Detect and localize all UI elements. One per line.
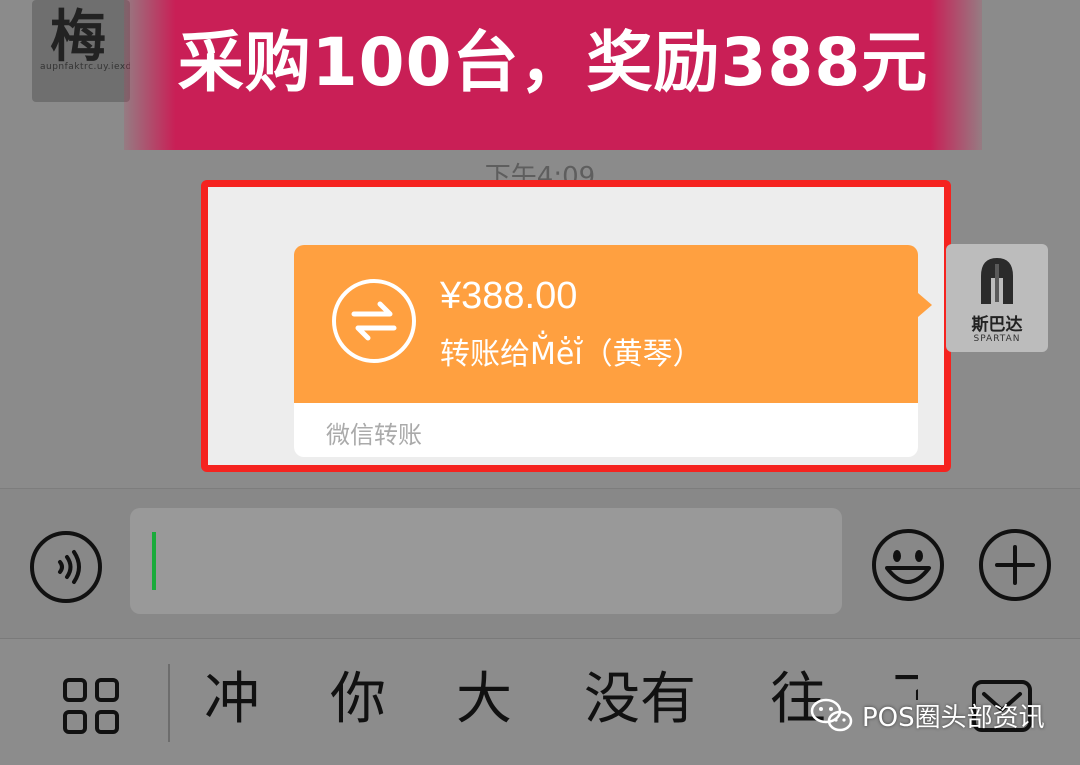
avatar-caption: aupnfaktrc.uy.iexdok: [40, 62, 130, 72]
emoji-icon[interactable]: [871, 528, 945, 602]
transfer-card-top: ¥388.00 转账给M̐e̐i̐（黄琴）: [294, 245, 918, 403]
wechat-icon: [810, 698, 853, 732]
text-caret: [152, 532, 156, 590]
suggestion-item[interactable]: 大: [456, 672, 512, 728]
avatar-glyph: 梅: [50, 5, 106, 70]
watermark: POS圈头部资讯: [810, 692, 1045, 738]
grid-icon[interactable]: [62, 677, 120, 735]
transfer-card-footer: 微信转账: [294, 403, 918, 457]
highlight-box: ¥388.00 转账给M̐e̐i̐（黄琴） 微信转账: [201, 180, 951, 472]
plus-icon[interactable]: [978, 528, 1052, 602]
contact-avatar[interactable]: 梅 aupnfaktrc.uy.iexdok: [32, 0, 130, 102]
transfer-recipient: 转账给M̐e̐i̐（黄琴）: [440, 337, 703, 372]
suggestion-item[interactable]: 你: [330, 672, 386, 728]
banner-text: 采购100台，奖励388元: [177, 24, 929, 101]
self-avatar-subtitle: SPARTAN: [973, 334, 1021, 344]
self-avatar-name: 斯巴达: [971, 315, 1023, 335]
transfer-arrows-icon: [332, 279, 416, 363]
message-input[interactable]: [130, 508, 842, 614]
keyboard-divider: [168, 664, 170, 742]
self-avatar[interactable]: 斯巴达 SPARTAN: [946, 244, 1048, 352]
chat-area: 梅 aupnfaktrc.uy.iexdok 给 行 采购100台，奖励388元…: [0, 0, 1080, 488]
voice-icon[interactable]: [29, 530, 103, 604]
suggestion-item[interactable]: 冲: [204, 672, 260, 728]
suggestion-item[interactable]: 没有: [584, 672, 696, 728]
transfer-amount: ¥388.00: [440, 275, 578, 317]
bubble-tail: [918, 293, 932, 317]
watermark-text: POS圈头部资讯: [862, 702, 1045, 733]
transfer-type-label: 微信转账: [326, 421, 422, 449]
helmet-icon: [981, 258, 1013, 304]
promo-banner: 采购100台，奖励388元: [124, 0, 982, 150]
transfer-card[interactable]: ¥388.00 转账给M̐e̐i̐（黄琴） 微信转账: [294, 245, 932, 457]
